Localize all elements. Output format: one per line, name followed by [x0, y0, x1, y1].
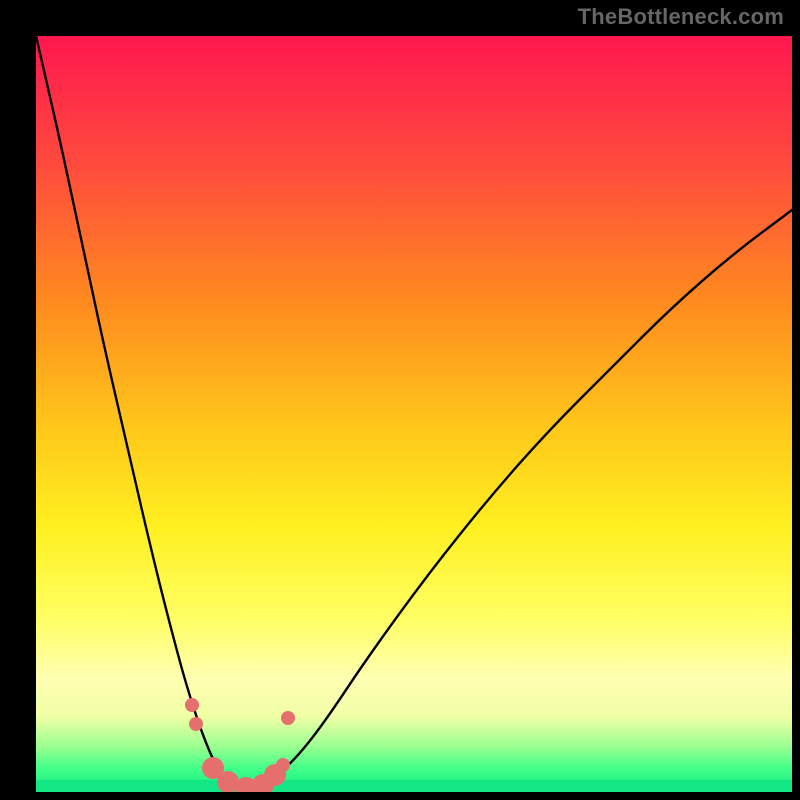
data-marker	[189, 717, 203, 731]
data-marker	[185, 698, 199, 712]
data-marker	[281, 711, 295, 725]
curve-layer	[36, 36, 792, 792]
watermark: TheBottleneck.com	[578, 4, 784, 30]
data-marker	[276, 758, 290, 772]
plot-area	[36, 36, 792, 792]
chart-container: TheBottleneck.com	[0, 0, 800, 800]
bottleneck-curve	[36, 36, 792, 788]
